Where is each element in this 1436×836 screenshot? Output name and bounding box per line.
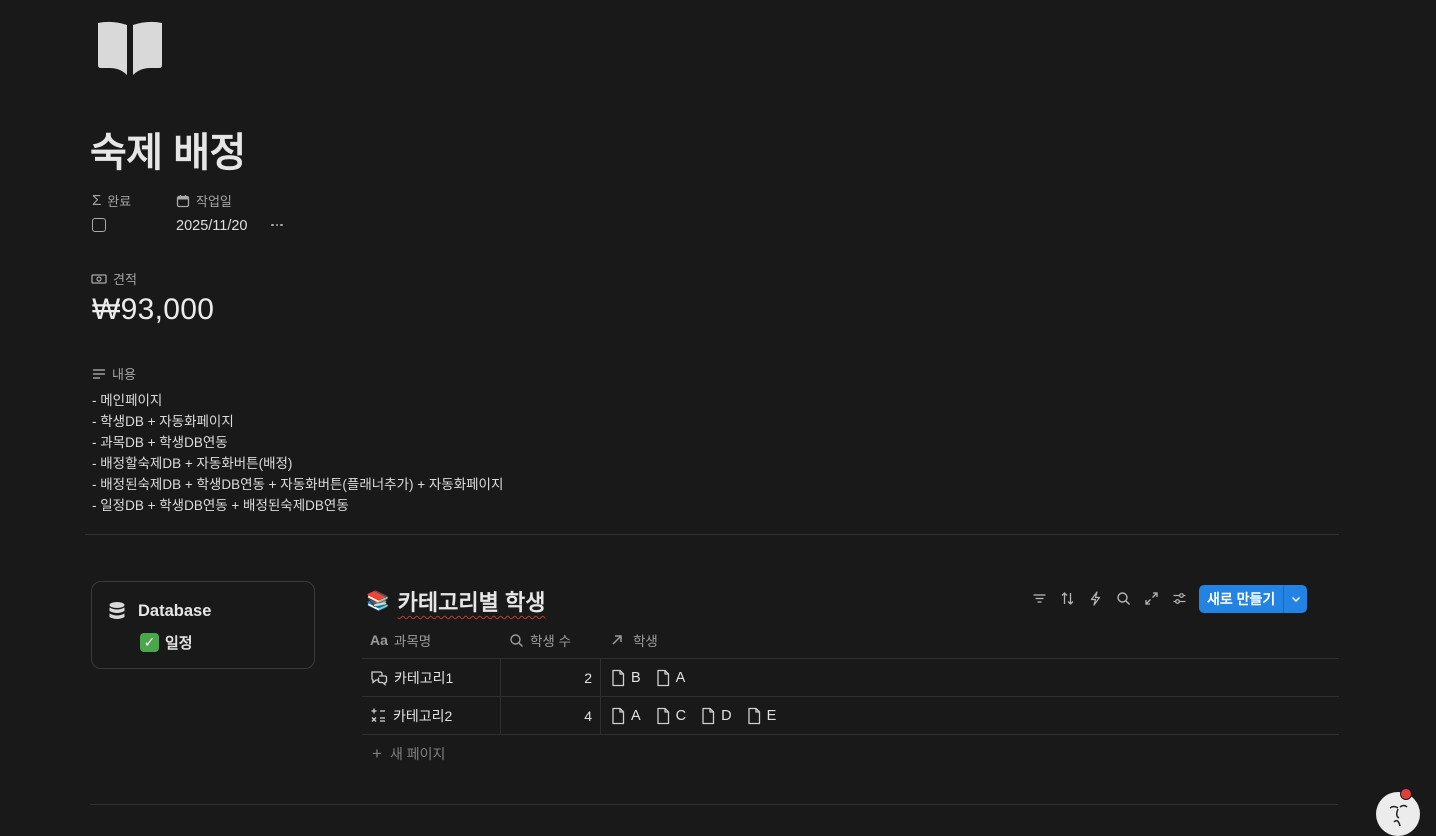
page-icon [612,669,625,686]
database-card: Database ✓ 일정 [91,581,315,669]
sort-icon[interactable] [1058,589,1076,607]
assistant-face-icon[interactable] [1376,788,1420,836]
column-header-students[interactable]: 학생 [601,622,1339,658]
database-toolbar [1030,589,1188,607]
student-relation-chip[interactable]: A [610,707,641,725]
row-count-cell[interactable]: 2 [501,659,601,696]
automation-icon[interactable] [1086,589,1104,607]
student-relation-chip[interactable]: B [610,669,641,687]
content-line: - 학생DB + 자동화페이지 [92,414,234,429]
search-icon [510,633,524,647]
sigma-icon: Σ [92,191,102,209]
page-icon [747,707,760,724]
student-relation-chip[interactable]: D [700,707,732,725]
row-students-cell[interactable]: B A [601,659,1339,696]
table-header-row: Aa 과목명 학생 수 학생 [362,622,1339,659]
calendar-icon [176,194,190,207]
done-checkbox[interactable] [92,218,106,232]
database-heading[interactable]: 📚 카테고리별 학생 [366,585,545,617]
more-icon[interactable] [268,216,286,234]
student-relation-chip[interactable]: A [655,669,685,687]
content-value[interactable]: - 메인페이지 - 학생DB + 자동화페이지 - 과목DB + 학생DB연동 … [92,390,503,516]
database-link-schedule[interactable]: ✓ 일정 [140,632,193,653]
row-subject-cell[interactable]: 카테고리2 [362,697,501,734]
settings-icon[interactable] [1170,589,1188,607]
expand-icon[interactable] [1142,589,1160,607]
plus-icon: + [372,744,382,763]
banknote-icon [91,273,107,284]
book-icon[interactable] [96,20,164,76]
page-icon [657,669,669,686]
check-emoji-icon: ✓ [140,633,159,652]
relation-arrow-icon [612,635,622,645]
table-row[interactable]: 카테고리2 4 A C D E [362,697,1339,735]
content-line: - 과목DB + 학생DB연동 [92,435,228,450]
column-header-subject[interactable]: Aa 과목명 [362,622,501,658]
chat-icon [371,670,388,686]
properties-divider [85,534,1339,535]
new-button-group: 새로 만들기 [1199,585,1308,613]
row-students-cell[interactable]: A C D E [601,697,1339,734]
filter-icon[interactable] [1030,589,1048,607]
database-icon [109,602,125,619]
row-subject-cell[interactable]: 카테고리1 [362,659,501,696]
property-estimate-label[interactable]: 견적 [91,269,137,288]
content-line: - 일정DB + 학생DB연동 + 배정된숙제DB연동 [92,498,349,513]
work-date-value[interactable]: 2025/11/20 [176,218,248,234]
new-button[interactable]: 새로 만들기 [1199,585,1283,613]
books-emoji-icon: 📚 [366,591,390,612]
search-icon[interactable] [1114,589,1132,607]
row-count-cell[interactable]: 4 [501,697,601,734]
database-card-title: Database [138,602,212,620]
page-icon [702,707,715,724]
add-new-page-button[interactable]: + 새 페이지 [362,735,1339,773]
content-line: - 배정된숙제DB + 학생DB연동 + 자동화버튼(플래너추가) + 자동화페… [92,477,504,492]
calculator-icon [371,708,385,722]
chevron-down-icon[interactable] [1284,585,1307,613]
table-row[interactable]: 카테고리1 2 B A [362,659,1339,697]
title-aa-icon: Aa [370,632,388,648]
property-done-label[interactable]: Σ 완료 [92,191,131,210]
header-divider [362,658,1339,659]
bottom-divider [90,804,1338,805]
text-lines-icon [93,368,105,379]
page-title[interactable]: 숙제 배정 [90,128,246,178]
database-title: 카테고리별 학생 [397,590,546,615]
page-icon [612,707,625,724]
database-table: Aa 과목명 학생 수 학생 카테고리1 2 B A 카테고리2 4 A C D… [362,622,1339,773]
column-header-count[interactable]: 학생 수 [501,622,601,658]
property-content-label[interactable]: 내용 [92,364,136,383]
page-icon [657,707,669,724]
estimate-value[interactable]: ₩93,000 [92,293,214,327]
student-relation-chip[interactable]: E [746,707,776,725]
content-line: - 배정할숙제DB + 자동화버튼(배정) [92,456,293,471]
property-work-date-label[interactable]: 작업일 [176,191,232,210]
content-line: - 메인페이지 [92,393,163,408]
student-relation-chip[interactable]: C [655,707,686,725]
